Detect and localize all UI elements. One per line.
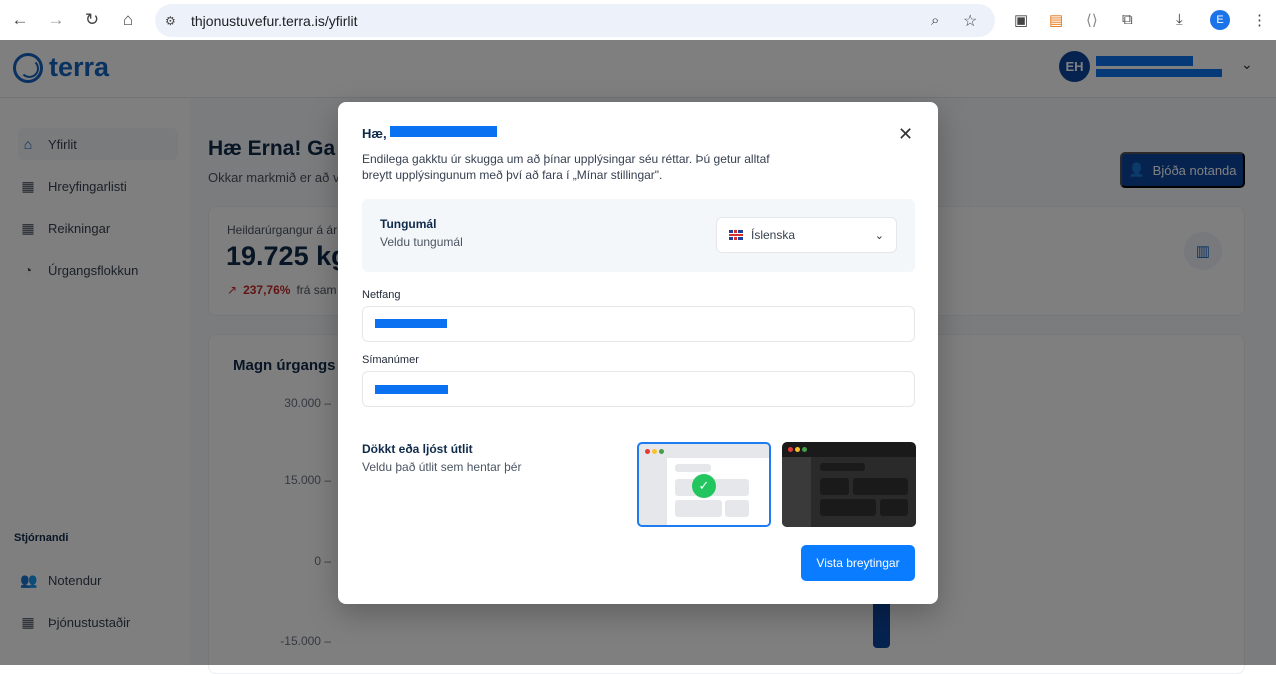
forward-icon[interactable]: → xyxy=(46,10,66,30)
address-bar[interactable]: ⚙ thjonustuvefur.terra.is/yfirlit ⌕ ☆ xyxy=(155,4,995,37)
language-title: Tungumál xyxy=(380,217,437,231)
dark-theme-option[interactable] xyxy=(782,442,916,527)
profile-avatar[interactable]: E xyxy=(1210,10,1230,30)
bookmark-star-icon[interactable]: ☆ xyxy=(963,11,977,31)
phone-field[interactable] xyxy=(362,371,915,407)
language-selected: Íslenska xyxy=(751,228,796,242)
zoom-icon[interactable]: ⌕ xyxy=(931,12,939,29)
home-icon[interactable]: ⌂ xyxy=(118,10,138,30)
modal-description: Endilega gakktu úr skugga um að þínar up… xyxy=(362,152,770,182)
extension-icon[interactable]: ▣ xyxy=(1014,11,1028,29)
language-select[interactable]: Íslenska ⌄ xyxy=(716,217,897,253)
check-icon: ✓ xyxy=(692,474,716,498)
browser-toolbar: ← → ↻ ⌂ ⚙ thjonustuvefur.terra.is/yfirli… xyxy=(0,0,1276,40)
profile-settings-modal: Hæ, ✕ Endilega gakktu úr skugga um að þí… xyxy=(338,102,938,604)
extension-icon[interactable]: ▤ xyxy=(1049,11,1063,29)
menu-kebab-icon[interactable]: ⋮ xyxy=(1252,11,1267,29)
phone-label: Símanúmer xyxy=(362,354,419,366)
back-icon[interactable]: ← xyxy=(10,10,30,30)
email-field[interactable] xyxy=(362,306,915,342)
window-dots xyxy=(645,449,664,454)
close-icon[interactable]: ✕ xyxy=(898,124,913,145)
extensions-puzzle-icon[interactable]: ⧉ xyxy=(1122,11,1133,28)
iceland-flag-icon xyxy=(729,230,743,240)
light-theme-option[interactable]: ✓ xyxy=(637,442,771,527)
language-subtitle: Veldu tungumál xyxy=(380,235,463,249)
theme-subtitle: Veldu það útlit sem hentar þér xyxy=(362,460,522,474)
chevron-down-icon: ⌄ xyxy=(874,229,884,242)
redacted-name xyxy=(390,126,497,137)
url-text[interactable]: thjonustuvefur.terra.is/yfirlit xyxy=(191,13,358,29)
save-changes-button[interactable]: Vista breytingar xyxy=(801,545,915,581)
reload-icon[interactable]: ↻ xyxy=(82,10,102,30)
language-section: Tungumál Veldu tungumál Íslenska ⌄ xyxy=(362,199,915,272)
redacted-phone xyxy=(375,385,448,394)
site-settings-icon[interactable]: ⚙ xyxy=(165,14,176,28)
extension-code-icon[interactable]: ⟨⟩ xyxy=(1086,11,1098,29)
window-dots xyxy=(788,447,807,452)
email-label: Netfang xyxy=(362,289,401,301)
modal-title: Hæ, xyxy=(362,126,387,141)
download-icon[interactable]: ⤓ xyxy=(1176,11,1183,28)
redacted-email xyxy=(375,319,447,328)
theme-title: Dökkt eða ljóst útlit xyxy=(362,442,473,456)
